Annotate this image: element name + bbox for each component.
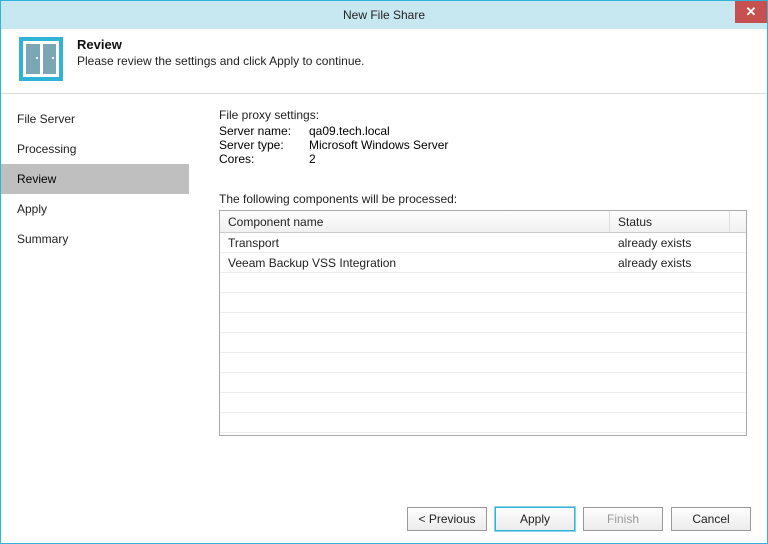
sidebar-item-apply[interactable]: Apply: [1, 194, 189, 224]
table-row: .: [220, 413, 746, 433]
table-row: .: [220, 393, 746, 413]
col-spacer: [730, 211, 746, 232]
table-row: .: [220, 353, 746, 373]
server-type-label: Server type:: [219, 138, 309, 152]
titlebar: New File Share ✕: [1, 1, 767, 29]
cell-name: Veeam Backup VSS Integration: [220, 256, 610, 270]
table-row: .: [220, 373, 746, 393]
table-row: .: [220, 313, 746, 333]
server-type-value: Microsoft Windows Server: [309, 138, 448, 152]
cell-status: already exists: [610, 236, 730, 250]
cell-name: Transport: [220, 236, 610, 250]
server-name-label: Server name:: [219, 124, 309, 138]
cell-status: already exists: [610, 256, 730, 270]
step-subtitle: Please review the settings and click App…: [77, 54, 365, 68]
sidebar-item-file-server[interactable]: File Server: [1, 104, 189, 134]
content-pane: File proxy settings: Server name: qa09.t…: [189, 94, 767, 495]
table-row: .: [220, 273, 746, 293]
wizard-footer: < Previous Apply Finish Cancel: [1, 495, 767, 543]
close-icon[interactable]: ✕: [735, 1, 767, 23]
col-component-name[interactable]: Component name: [220, 211, 610, 232]
sidebar-item-processing[interactable]: Processing: [1, 134, 189, 164]
proxy-settings-heading: File proxy settings:: [219, 106, 747, 124]
cancel-button[interactable]: Cancel: [671, 507, 751, 531]
table-row: Veeam Backup VSS Integration already exi…: [220, 253, 746, 273]
table-row: Transport already exists: [220, 233, 746, 253]
wizard-window: New File Share ✕ Review Please review th…: [0, 0, 768, 544]
step-title: Review: [77, 37, 365, 52]
wizard-steps: File Server Processing Review Apply Summ…: [1, 94, 189, 495]
finish-button: Finish: [583, 507, 663, 531]
table-row: .: [220, 293, 746, 313]
components-label: The following components will be process…: [219, 192, 747, 206]
previous-button[interactable]: < Previous: [407, 507, 487, 531]
window-title: New File Share: [343, 8, 425, 22]
wizard-header: Review Please review the settings and cl…: [1, 29, 767, 94]
cores-label: Cores:: [219, 152, 309, 166]
file-share-icon: [19, 37, 63, 81]
table-row: .: [220, 333, 746, 353]
server-name-value: qa09.tech.local: [309, 124, 390, 138]
components-table: Component name Status Transport already …: [219, 210, 747, 436]
apply-button[interactable]: Apply: [495, 507, 575, 531]
table-header: Component name Status: [220, 211, 746, 233]
cores-value: 2: [309, 152, 316, 166]
sidebar-item-review[interactable]: Review: [1, 164, 189, 194]
proxy-settings: File proxy settings: Server name: qa09.t…: [219, 106, 747, 166]
wizard-header-text: Review Please review the settings and cl…: [77, 37, 365, 68]
sidebar-item-summary[interactable]: Summary: [1, 224, 189, 254]
col-status[interactable]: Status: [610, 211, 730, 232]
